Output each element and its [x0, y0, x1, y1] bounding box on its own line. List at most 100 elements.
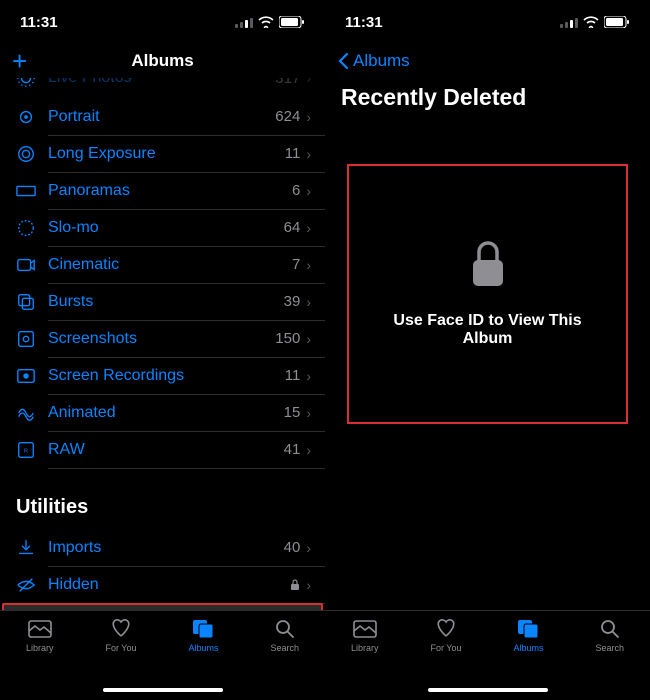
utilities-header: Utilities: [0, 468, 325, 529]
chevron-right-icon: ›: [306, 442, 311, 458]
nav-bar: + Albums: [0, 44, 325, 78]
chevron-right-icon: ›: [306, 109, 311, 125]
chevron-right-icon: ›: [306, 405, 311, 421]
row-count: 11: [285, 145, 301, 162]
list-item[interactable]: Cinematic 7 ›: [0, 246, 325, 283]
cinematic-icon: [16, 255, 36, 275]
list-item[interactable]: Screenshots 150 ›: [0, 320, 325, 357]
row-label: Long Exposure: [48, 145, 285, 163]
tab-bar: Library For You Albums Search: [0, 610, 325, 700]
tab-label: Albums: [188, 643, 218, 653]
cellular-icon: [235, 17, 253, 28]
for-you-icon: [433, 617, 459, 639]
row-count: 7: [292, 256, 300, 273]
row-label: Live Photos: [48, 78, 275, 87]
list-item[interactable]: Live Photos 317 ›: [0, 78, 325, 98]
chevron-right-icon: ›: [306, 78, 311, 86]
tab-library[interactable]: Library: [351, 617, 379, 700]
row-label: RAW: [48, 441, 284, 459]
cellular-icon: [560, 17, 578, 28]
lock-icon: [467, 240, 509, 290]
row-count: 64: [284, 219, 301, 236]
status-bar: 11:31: [0, 0, 325, 44]
long-exposure-icon: [16, 144, 36, 164]
status-time: 11:31: [20, 14, 58, 31]
row-count: 39: [284, 293, 301, 310]
status-bar: 11:31: [325, 0, 650, 44]
status-time: 11:31: [345, 14, 383, 31]
chevron-right-icon: ›: [306, 294, 311, 310]
list-item[interactable]: Animated 15 ›: [0, 394, 325, 431]
row-label: Cinematic: [48, 256, 292, 274]
wifi-icon: [258, 16, 274, 28]
row-count: 317: [275, 78, 300, 87]
tab-label: Search: [595, 643, 624, 653]
add-button[interactable]: +: [12, 46, 27, 77]
for-you-icon: [108, 617, 134, 639]
recently-deleted-row[interactable]: Recently Deleted ›: [2, 603, 323, 610]
list-item[interactable]: R RAW 41 ›: [0, 431, 325, 468]
lock-icon: [290, 579, 300, 591]
albums-icon: [190, 617, 216, 639]
row-label: Screenshots: [48, 330, 275, 348]
list-item[interactable]: Portrait 624 ›: [0, 98, 325, 135]
back-button[interactable]: Albums: [337, 51, 410, 71]
tab-bar: Library For You Albums Search: [325, 610, 650, 700]
tab-label: Albums: [513, 643, 543, 653]
chevron-right-icon: ›: [306, 577, 311, 593]
list-item[interactable]: Bursts 39 ›: [0, 283, 325, 320]
row-count: 6: [292, 182, 300, 199]
chevron-right-icon: ›: [306, 540, 311, 556]
faceid-panel: Use Face ID to View This Album: [347, 164, 628, 424]
row-count: 40: [284, 539, 301, 556]
chevron-right-icon: ›: [306, 331, 311, 347]
home-indicator[interactable]: [428, 688, 548, 692]
status-icons: [235, 16, 305, 28]
slomo-icon: [16, 218, 36, 238]
row-label: Imports: [48, 539, 284, 557]
row-count: 624: [275, 108, 300, 125]
row-count: 11: [285, 367, 301, 384]
page-title: Recently Deleted: [325, 78, 650, 117]
row-label: Screen Recordings: [48, 367, 285, 385]
list-item[interactable]: Imports 40 ›: [0, 529, 325, 566]
wifi-icon: [583, 16, 599, 28]
tab-label: Library: [351, 643, 379, 653]
library-icon: [27, 617, 53, 639]
chevron-right-icon: ›: [306, 220, 311, 236]
tab-library[interactable]: Library: [26, 617, 54, 700]
portrait-icon: [16, 107, 36, 127]
imports-icon: [16, 538, 36, 558]
panoramas-icon: [16, 181, 36, 201]
tab-search[interactable]: Search: [595, 617, 624, 700]
animated-icon: [16, 403, 36, 423]
albums-icon: [515, 617, 541, 639]
status-icons: [560, 16, 630, 28]
list-item[interactable]: Hidden ›: [0, 566, 325, 603]
tab-search[interactable]: Search: [270, 617, 299, 700]
raw-icon: R: [16, 440, 36, 460]
list-item[interactable]: Screen Recordings 11 ›: [0, 357, 325, 394]
list-item[interactable]: Slo-mo 64 ›: [0, 209, 325, 246]
row-label: Slo-mo: [48, 219, 284, 237]
bursts-icon: [16, 292, 36, 312]
home-indicator[interactable]: [103, 688, 223, 692]
nav-title: Albums: [131, 51, 193, 71]
tab-label: Search: [270, 643, 299, 653]
row-label: Panoramas: [48, 182, 292, 200]
chevron-right-icon: ›: [306, 368, 311, 384]
screen-recordings-icon: [16, 366, 36, 386]
back-label: Albums: [353, 51, 410, 71]
screenshots-icon: [16, 329, 36, 349]
list-item[interactable]: Long Exposure 11 ›: [0, 135, 325, 172]
tab-label: Library: [26, 643, 54, 653]
faceid-message: Use Face ID to View This Album: [369, 312, 606, 348]
row-label: Bursts: [48, 293, 284, 311]
list-item[interactable]: Panoramas 6 ›: [0, 172, 325, 209]
chevron-right-icon: ›: [306, 183, 311, 199]
row-count: 150: [275, 330, 300, 347]
library-icon: [352, 617, 378, 639]
row-label: Animated: [48, 404, 284, 422]
live-photos-icon: [16, 78, 36, 88]
search-icon: [272, 617, 298, 639]
